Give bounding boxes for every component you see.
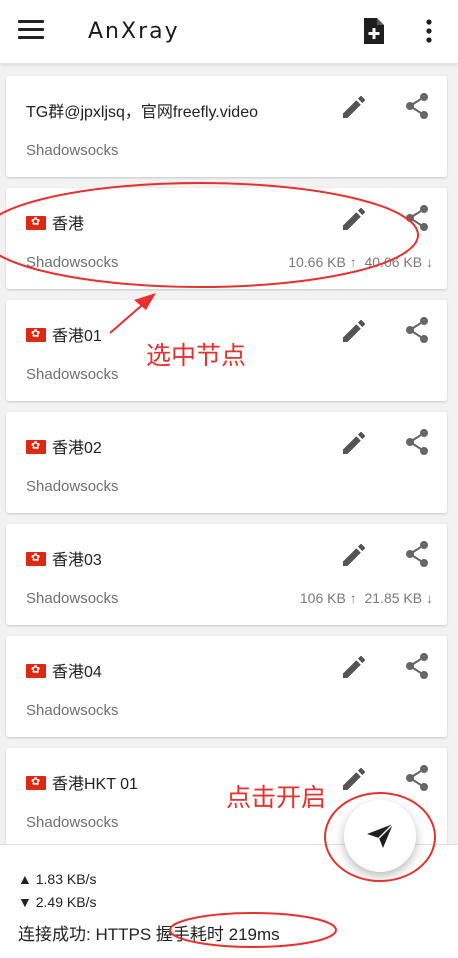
upload-traffic: 106 KB ↑ [299, 590, 357, 606]
server-name-row: 香港01 [26, 322, 102, 346]
add-file-icon[interactable] [362, 16, 386, 46]
connect-fab-button[interactable] [344, 800, 416, 872]
server-type: Shadowsocks [26, 254, 119, 271]
server-type: Shadowsocks [26, 142, 119, 159]
share-icon[interactable] [404, 428, 430, 456]
share-icon[interactable] [404, 764, 430, 792]
server-traffic: 10.66 KB ↑ 40.06 KB ↓ [288, 254, 433, 270]
hk-flag-icon [26, 663, 46, 678]
hk-flag-icon [26, 775, 46, 790]
server-name: 香港 [52, 216, 85, 233]
share-icon[interactable] [404, 652, 430, 680]
edit-icon[interactable] [341, 766, 367, 792]
hk-flag-icon [26, 439, 46, 454]
connection-status-text[interactable]: 连接成功: HTTPS 握手耗时 219ms [18, 920, 280, 945]
upload-speed: ▲ 1.83 KB/s [18, 871, 97, 887]
edit-icon[interactable] [341, 430, 367, 456]
edit-icon[interactable] [341, 206, 367, 232]
server-name: 香港02 [52, 440, 102, 457]
edit-icon[interactable] [341, 542, 367, 568]
server-name: 香港01 [52, 328, 102, 345]
server-card[interactable]: TG群@jpxljsq，官网freefly.video Shadowsocks [6, 76, 447, 177]
menu-icon[interactable] [18, 20, 44, 44]
server-type: Shadowsocks [26, 814, 119, 831]
edit-icon[interactable] [341, 318, 367, 344]
server-name: 香港03 [52, 552, 102, 569]
download-traffic: 21.85 KB ↓ [364, 590, 434, 606]
server-name: 香港HKT 01 [52, 776, 138, 793]
upload-traffic: 10.66 KB ↑ [288, 254, 357, 270]
annotation-click-start: 点击开启 [226, 784, 327, 812]
download-traffic: 40.06 KB ↓ [364, 254, 434, 270]
server-traffic: 106 KB ↑ 21.85 KB ↓ [300, 590, 433, 606]
server-card[interactable]: 香港04 Shadowsocks [6, 636, 447, 737]
hk-flag-icon [26, 551, 46, 566]
server-type: Shadowsocks [26, 478, 119, 495]
hk-flag-icon [26, 327, 46, 342]
server-name-row: 香港 [26, 210, 84, 234]
server-name-row: 香港02 [26, 434, 102, 458]
edit-icon[interactable] [341, 654, 367, 680]
more-vert-icon[interactable] [424, 18, 434, 44]
server-name-row: 香港04 [26, 658, 102, 682]
hk-flag-icon [26, 215, 46, 230]
server-type: Shadowsocks [26, 702, 119, 719]
app-title: AnXray [88, 19, 180, 44]
server-type: Shadowsocks [26, 366, 119, 383]
share-icon[interactable] [404, 204, 430, 232]
server-list: TG群@jpxljsq，官网freefly.video Shadowsocks … [0, 64, 458, 844]
share-icon[interactable] [404, 540, 430, 568]
server-type: Shadowsocks [26, 590, 119, 607]
download-speed: ▼ 2.49 KB/s [18, 894, 97, 910]
edit-icon[interactable] [341, 94, 367, 120]
paper-plane-icon [367, 823, 394, 848]
server-name-row: 香港HKT 01 [26, 770, 138, 794]
share-icon[interactable] [404, 316, 430, 344]
server-name: TG群@jpxljsq，官网freefly.video [26, 104, 259, 121]
server-card[interactable]: 香港02 Shadowsocks [6, 412, 447, 513]
server-name-row: 香港03 [26, 546, 102, 570]
server-name: 香港04 [52, 664, 102, 681]
app-bar: AnXray [0, 0, 458, 64]
annotation-select-node: 选中节点 [146, 342, 247, 370]
server-card[interactable]: 香港 Shadowsocks 10.66 KB ↑ 40.06 KB ↓ [6, 188, 447, 289]
share-icon[interactable] [404, 92, 430, 120]
server-card[interactable]: 香港03 Shadowsocks 106 KB ↑ 21.85 KB ↓ [6, 524, 447, 625]
